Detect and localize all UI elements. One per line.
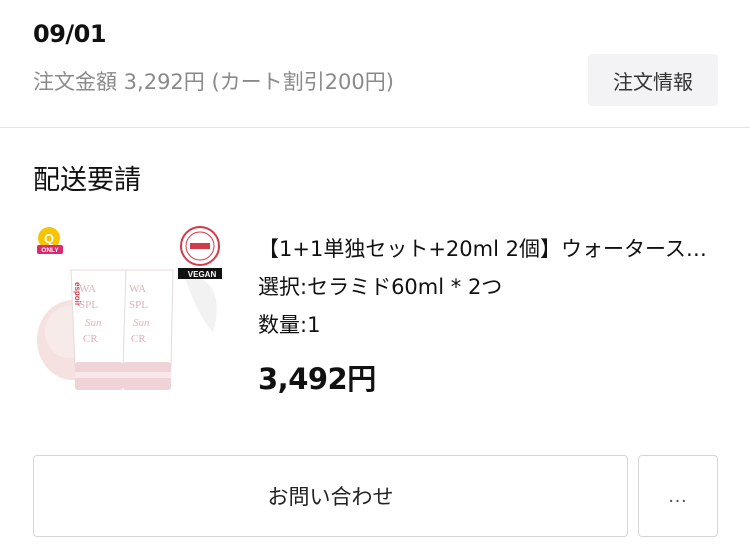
more-dots-icon: … (667, 484, 689, 507)
contact-button[interactable]: お問い合わせ (33, 455, 628, 537)
product-quantity: 数量:1 (258, 313, 321, 337)
section-title: 配送要請 (33, 165, 141, 196)
q-only-badge: Q ONLY (37, 227, 63, 254)
product-image-illustration: Q ONLY VEGAN WA SPL Sun CR WA SPL Sun CR… (37, 226, 222, 390)
order-header: 09/01 注文金額 3,292円 (カート割引200円) 注文情報 (0, 0, 750, 127)
q-badge-letter: Q (44, 231, 54, 246)
only-badge-text: ONLY (41, 247, 59, 254)
svg-text:Sun: Sun (85, 317, 102, 329)
svg-text:CR: CR (131, 333, 146, 345)
svg-text:Sun: Sun (133, 317, 150, 329)
product-info: 【1+1単独セット+20ml 2個】ウォータースプラッシュサンクリーム 選択:セ… (258, 230, 718, 398)
svg-text:WA: WA (129, 283, 146, 295)
vegan-badge: VEGAN (178, 268, 222, 279)
svg-text:SPL: SPL (129, 299, 148, 311)
sunscreen-tube-back: WA SPL Sun CR (117, 269, 174, 390)
order-date: 09/01 (33, 20, 107, 48)
cream-swatch-right (183, 272, 217, 332)
svg-text:CR: CR (83, 333, 98, 345)
section-divider (0, 127, 750, 128)
vegan-badge-text: VEGAN (188, 270, 217, 279)
official-seal-icon (180, 226, 220, 266)
more-options-button[interactable]: … (638, 455, 718, 537)
sunscreen-tube-front: WA SPL Sun CR espoir (70, 269, 127, 390)
order-amount: 注文金額 3,292円 (カート割引200円) (33, 70, 394, 94)
product-name[interactable]: 【1+1単独セット+20ml 2個】ウォータースプラッシュサンクリーム (258, 230, 713, 268)
product-price: 3,492円 (258, 362, 376, 396)
svg-text:espoir: espoir (73, 282, 82, 306)
product-image[interactable]: Q ONLY VEGAN WA SPL Sun CR WA SPL Sun CR… (33, 222, 229, 398)
product-option: 選択:セラミド60ml * 2つ (258, 275, 503, 299)
order-info-button[interactable]: 注文情報 (588, 54, 718, 106)
